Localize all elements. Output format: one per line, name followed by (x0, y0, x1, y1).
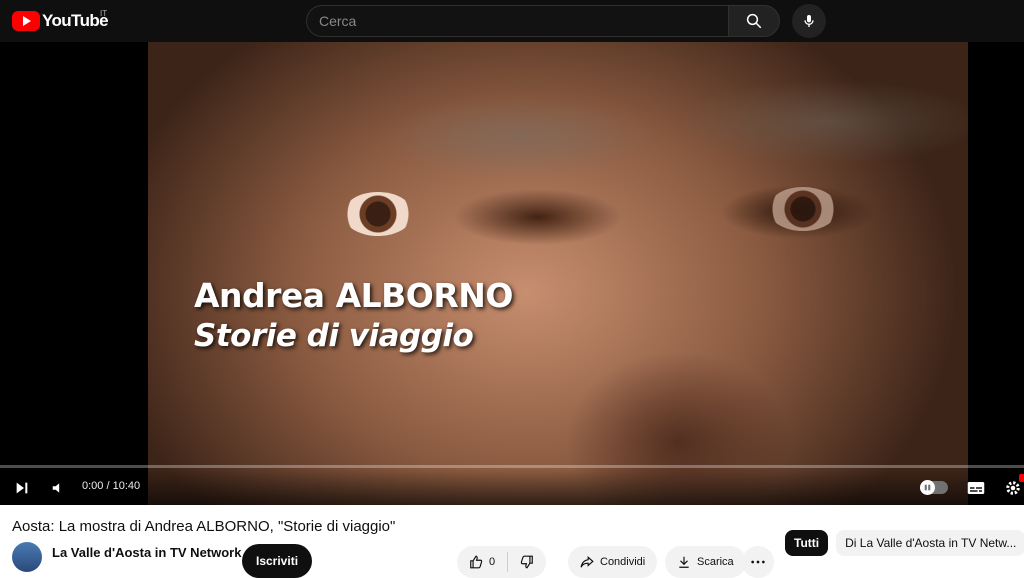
channel-name[interactable]: La Valle d'Aosta in TV Network (52, 545, 241, 560)
overlay-subtitle: Storie di viaggio (194, 318, 474, 354)
subtitles-icon (967, 482, 985, 494)
autoplay-knob (920, 480, 935, 495)
video-title-overlay: Andrea ALBORNO Storie di viaggio (194, 276, 513, 356)
search-button[interactable] (728, 5, 780, 37)
settings-button[interactable] (1002, 474, 1024, 499)
share-button[interactable]: Condividi (568, 546, 658, 578)
dislike-button[interactable] (508, 546, 546, 578)
overlay-name: Andrea ALBORNO (194, 276, 513, 315)
channel-avatar[interactable] (12, 542, 42, 572)
download-label: Scarica (697, 556, 734, 568)
volume-button[interactable] (47, 477, 69, 499)
like-button[interactable]: 0 (457, 546, 507, 578)
subscribe-button[interactable]: Iscriviti (242, 544, 313, 578)
thumbs-up-icon (470, 555, 483, 569)
time-display: 0:00 / 10:40 (82, 480, 141, 492)
pause-icon (924, 484, 931, 491)
volume-icon (52, 483, 60, 493)
share-segment: Condividi (568, 546, 657, 578)
share-icon (580, 556, 594, 568)
country-code: IT (100, 9, 108, 18)
voice-search-button[interactable] (792, 4, 826, 38)
next-icon (16, 482, 28, 494)
chip-from-channel[interactable]: Di La Valle d'Aosta in TV Netw... (836, 530, 1024, 556)
search-icon (746, 13, 762, 29)
masthead: YouTube IT (0, 0, 1024, 42)
youtube-logo[interactable]: YouTube IT (12, 9, 109, 31)
share-label: Condividi (600, 556, 646, 568)
more-actions-button[interactable] (742, 546, 774, 578)
video-frame[interactable]: Andrea ALBORNO Storie di viaggio (148, 42, 968, 505)
progress-bar[interactable] (0, 465, 1024, 468)
subtitles-button[interactable] (965, 477, 987, 499)
download-button[interactable]: Scarica (665, 546, 746, 578)
download-icon (679, 556, 689, 568)
video-content-right-eye (768, 187, 838, 231)
chip-all[interactable]: Tutti (785, 530, 829, 556)
video-content-left-eye (343, 192, 413, 236)
youtube-logo-icon (12, 11, 40, 31)
logo-text: YouTube (42, 11, 109, 30)
player-controls: 0:00 / 10:40 (0, 470, 1024, 505)
video-player[interactable]: Andrea ALBORNO Storie di viaggio 0:00 / … (0, 42, 1024, 505)
next-button[interactable] (11, 477, 33, 499)
thumbs-down-icon (520, 555, 533, 569)
autoplay-toggle[interactable] (920, 480, 948, 495)
like-count: 0 (489, 556, 496, 568)
like-dislike-group: 0 (457, 546, 547, 578)
video-title: Aosta: La mostra di Andrea ALBORNO, "Sto… (12, 518, 396, 535)
search-bar (306, 5, 780, 37)
channel-row: La Valle d'Aosta in TV Network Iscriviti… (12, 542, 774, 578)
download-segment: Scarica (665, 546, 746, 578)
hd-badge (1019, 474, 1024, 482)
recommendation-chips: Tutti Di La Valle d'Aosta in TV Netw... (785, 530, 1024, 556)
microphone-icon (804, 15, 814, 27)
search-input[interactable] (306, 5, 728, 37)
